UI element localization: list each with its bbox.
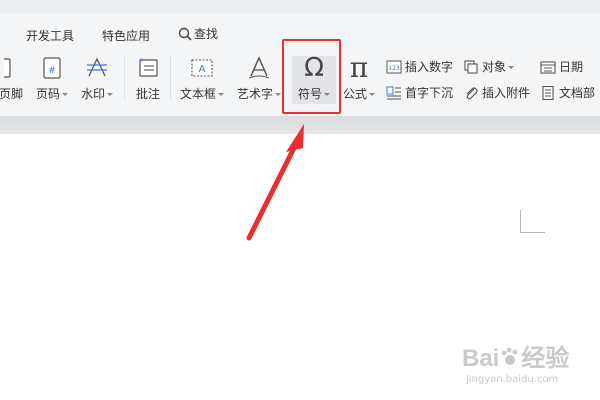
arrow-shaft	[246, 139, 300, 241]
symbol-label: 符号	[297, 87, 322, 101]
omega-icon: Ω	[304, 53, 324, 83]
chevron-down-icon	[324, 93, 330, 96]
watermark-url: jingyan.baidu.com	[466, 374, 559, 385]
baidu-watermark: Bai 经验 jingyan.baidu.com	[462, 338, 582, 394]
paw-icon	[501, 347, 518, 365]
watermark-brand: Bai 经验	[462, 345, 570, 372]
symbol-button[interactable]: Ω 符号	[292, 54, 336, 102]
